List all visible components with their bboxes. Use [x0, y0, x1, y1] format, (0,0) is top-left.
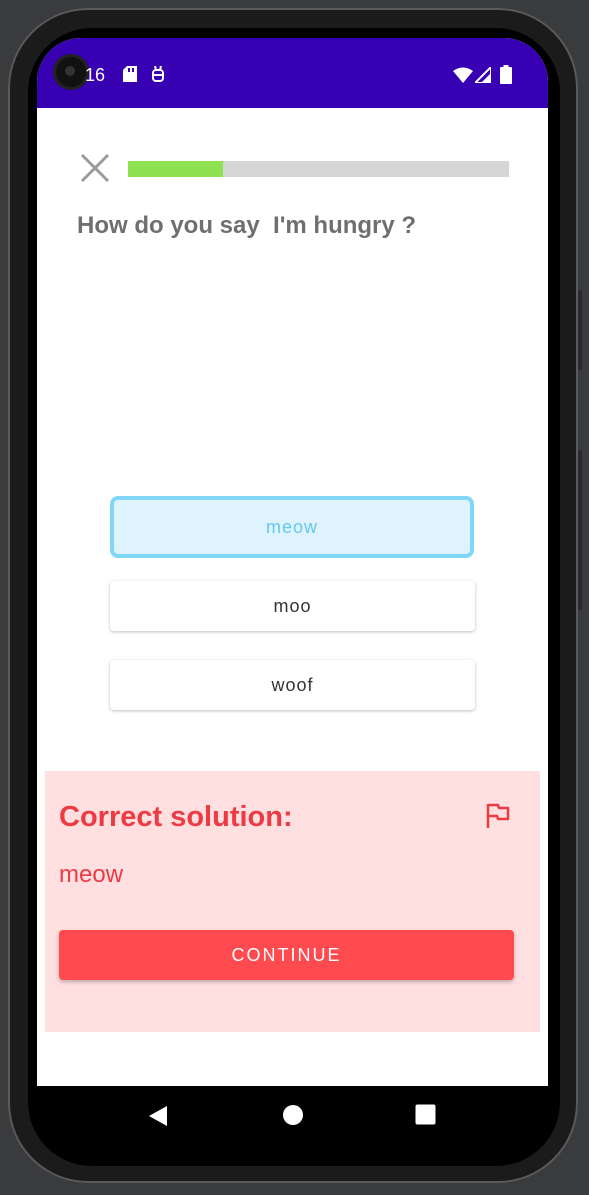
- option-meow[interactable]: meow: [110, 496, 474, 558]
- lesson-progress-bar: [128, 161, 509, 177]
- correct-answer: meow: [59, 861, 124, 888]
- flag-icon: [486, 803, 510, 828]
- power-button: [578, 450, 582, 610]
- recents-square-icon[interactable]: [415, 1104, 436, 1125]
- option-woof[interactable]: woof: [110, 660, 475, 710]
- lesson-progress-fill: [128, 161, 224, 177]
- status-time: 16: [85, 65, 106, 85]
- home-circle-icon[interactable]: [282, 1104, 304, 1126]
- feedback-panel: Correct solution: meow CONTINUE: [45, 771, 540, 1032]
- cell-signal-icon: [475, 67, 491, 83]
- close-button[interactable]: [77, 150, 113, 186]
- front-camera: [53, 54, 89, 90]
- option-label: moo: [273, 595, 312, 616]
- close-icon: [80, 153, 110, 183]
- option-label: meow: [265, 516, 318, 537]
- report-button[interactable]: [483, 801, 513, 831]
- app-screen: 16 How do you say I'm hungry ? meow moo …: [37, 38, 548, 1086]
- continue-button[interactable]: CONTINUE: [59, 930, 514, 980]
- continue-label: CONTINUE: [231, 944, 342, 965]
- option-label: woof: [271, 674, 314, 695]
- status-bar: 16: [37, 38, 548, 108]
- battery-icon: [500, 65, 512, 84]
- sd-card-icon: [123, 66, 137, 82]
- wifi-icon: [453, 67, 473, 83]
- volume-button: [578, 290, 582, 370]
- system-nav-bar: [37, 1086, 548, 1148]
- feedback-title: Correct solution:: [59, 801, 293, 833]
- android-debug-icon: [152, 66, 164, 82]
- option-moo[interactable]: moo: [110, 581, 475, 631]
- back-triangle-icon[interactable]: [147, 1104, 169, 1128]
- question-prompt: How do you say I'm hungry ?: [77, 212, 417, 239]
